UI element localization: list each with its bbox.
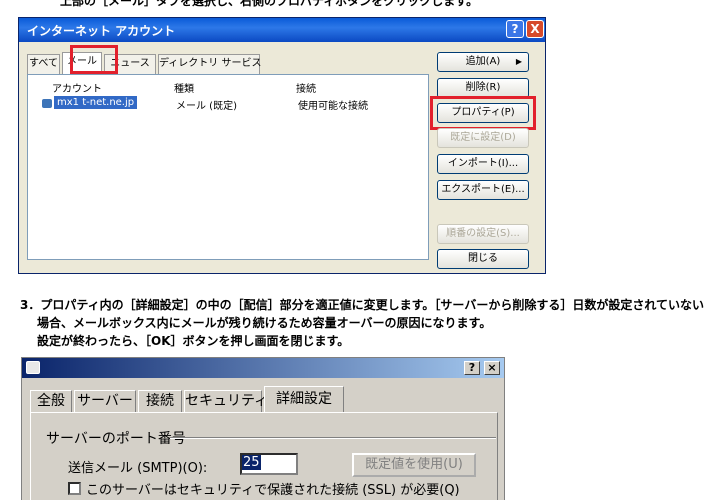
account-connection: 使用可能な接続 — [298, 101, 368, 112]
remove-button[interactable]: 削除(R) — [437, 78, 529, 98]
account-list[interactable]: アカウント 種類 接続 mx1 t-net.ne.jp メール (既定) 使用可… — [27, 74, 429, 260]
account-type: メール (既定) — [176, 101, 237, 112]
group-divider — [170, 437, 496, 439]
step3-line2: 場合、メールボックス内にメールが残り続けるため容量オーバーの原因になります。 — [37, 316, 492, 330]
tab-connection[interactable]: 接続 — [138, 390, 182, 412]
close-window-button[interactable]: × — [484, 361, 500, 375]
properties-dialog: ? × 全般 サーバー 接続 セキュリティ 詳細設定 サーバーのポート番号 送信… — [21, 357, 505, 500]
column-header-account[interactable]: アカウント — [52, 80, 102, 95]
window-icon — [26, 361, 40, 374]
tab-servers[interactable]: サーバー — [74, 390, 136, 412]
smtp-port-input[interactable]: 25 — [240, 453, 298, 475]
tab-general[interactable]: 全般 — [30, 390, 72, 412]
tab-all[interactable]: すべて — [27, 54, 60, 74]
mail-tab-highlight — [70, 45, 118, 74]
ssl-checkbox[interactable] — [68, 482, 81, 495]
tab-directory-service[interactable]: ディレクトリ サービス — [158, 54, 261, 74]
smtp-port-label: 送信メール (SMTP)(O): — [68, 461, 208, 476]
tab-advanced[interactable]: 詳細設定 — [264, 386, 344, 412]
set-order-button[interactable]: 順番の設定(S)... — [437, 224, 529, 244]
add-button[interactable]: 追加(A) ▶ — [437, 52, 529, 72]
close-button[interactable]: 閉じる — [437, 249, 529, 269]
smtp-port-value: 25 — [242, 455, 261, 470]
set-default-button[interactable]: 既定に設定(D) — [437, 128, 529, 148]
mail-account-icon — [42, 99, 52, 108]
help-button[interactable]: ? — [506, 20, 524, 38]
help-button[interactable]: ? — [464, 361, 480, 375]
import-button[interactable]: インポート(I)... — [437, 154, 529, 174]
submenu-arrow-icon: ▶ — [515, 57, 522, 66]
internet-accounts-dialog: インターネット アカウント ? X すべて メール ニュース ディレクトリ サー… — [18, 17, 546, 274]
tab-security[interactable]: セキュリティ — [184, 390, 268, 412]
export-button[interactable]: エクスポート(E)... — [437, 180, 529, 200]
instruction-caption: 上部の［メール］タブを選択し、右側のプロパティボタンをクリックします。 — [60, 0, 479, 8]
use-default-button[interactable]: 既定値を使用(U) — [352, 453, 476, 477]
step3-line3: 設定が終わったら、［OK］ボタンを押し画面を閉じます。 — [37, 334, 350, 348]
dialog-title: インターネット アカウント — [27, 24, 176, 38]
step3-line1: 3．プロパティ内の［詳細設定］の中の［配信］部分を適正値に変更します。［サーバー… — [20, 298, 704, 312]
properties-titlebar[interactable]: ? × — [22, 358, 504, 378]
add-button-label: 追加(A) — [465, 56, 501, 67]
dialog-titlebar[interactable]: インターネット アカウント ? X — [19, 18, 545, 42]
ssl-checkbox-label[interactable]: このサーバーはセキュリティで保護された接続 (SSL) が必要(Q) — [86, 479, 460, 498]
properties-highlight — [430, 96, 536, 130]
port-group-label: サーバーのポート番号 — [46, 431, 186, 447]
column-header-type[interactable]: 種類 — [174, 80, 194, 95]
account-name: mx1 t-net.ne.jp — [54, 96, 138, 109]
close-window-button[interactable]: X — [526, 20, 544, 38]
column-header-connection[interactable]: 接続 — [296, 80, 316, 95]
account-row[interactable]: mx1 t-net.ne.jp メール (既定) 使用可能な接続 — [30, 96, 426, 112]
